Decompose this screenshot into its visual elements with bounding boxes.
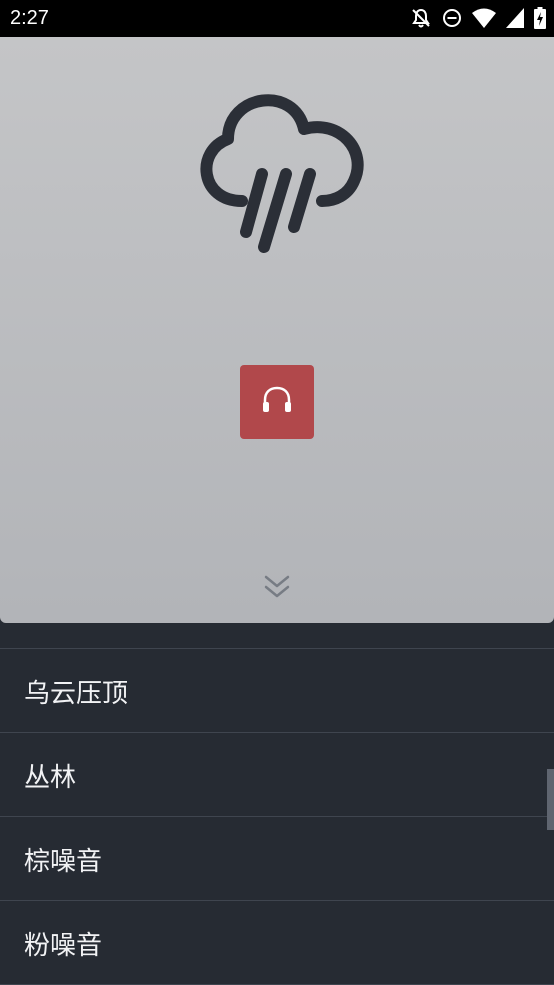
headphones-icon [261,385,293,419]
list-item[interactable]: 丛林 [0,733,554,817]
list-item-label: 丛林 [24,763,77,793]
do-not-disturb-icon [442,8,462,32]
status-bar: 2:27 [0,0,554,37]
list-item-label: 棕噪音 [24,847,103,877]
list-item-label: 乌云压顶 [24,679,129,709]
battery-charging-icon [534,7,546,33]
cellular-signal-icon [506,8,524,32]
sound-list: 乌云压顶 丛林 棕噪音 粉噪音 [0,649,554,985]
play-button[interactable] [240,365,314,439]
status-time: 2:27 [10,7,49,29]
status-icons [410,7,546,33]
list-item-label: 粉噪音 [24,931,103,961]
list-item[interactable]: 乌云压顶 [0,649,554,733]
list-item[interactable]: 粉噪音 [0,901,554,985]
list-item[interactable]: 棕噪音 [0,817,554,901]
rain-cloud-icon [190,89,365,263]
list-scrollbar[interactable] [547,769,554,830]
chevron-double-down-icon[interactable] [263,574,291,604]
notifications-off-icon [410,7,432,33]
now-playing-panel [0,37,554,623]
wifi-icon [472,8,496,32]
